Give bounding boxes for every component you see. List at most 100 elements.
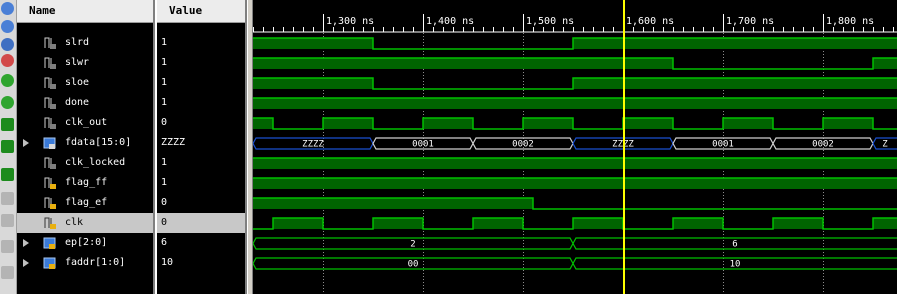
- value-column-header[interactable]: Value: [157, 0, 245, 23]
- signal-icon: [44, 197, 56, 209]
- signal-value: 0: [161, 197, 168, 208]
- wave-high-fill: [723, 118, 773, 129]
- signal-icon: [44, 217, 56, 229]
- signal-icon: [44, 37, 56, 49]
- signal-value: 0: [161, 217, 168, 228]
- signal-value-row[interactable]: 1: [157, 33, 245, 53]
- signal-row[interactable]: slrd: [17, 33, 153, 53]
- signal-name: flag_ff: [65, 177, 108, 188]
- time-tick-label: 1,500 ns: [526, 16, 574, 27]
- prev-edge-icon[interactable]: [1, 74, 14, 87]
- signal-value: 1: [161, 77, 168, 88]
- faddr-bus-value: 10: [730, 260, 741, 270]
- signal-row[interactable]: ep[2:0]: [17, 233, 153, 253]
- waveform-canvas[interactable]: 1,300 ns 1,400 ns 1,500 ns 1,600 ns 1,700 ns…: [253, 0, 897, 294]
- signal-row[interactable]: clk: [17, 213, 153, 233]
- wave-high-fill: [253, 198, 533, 209]
- signal-value-row[interactable]: 0: [157, 213, 245, 233]
- signal-name: slrd: [65, 37, 90, 48]
- name-column-header[interactable]: Name: [17, 0, 153, 23]
- signal-icon: [44, 177, 56, 189]
- wave-high-fill: [373, 218, 423, 229]
- ep-bus-value: 2: [410, 240, 415, 250]
- zoom-fit-icon[interactable]: [1, 38, 14, 51]
- time-tick-label: 1,300 ns: [326, 16, 374, 27]
- wave-high-fill: [273, 218, 323, 229]
- signal-value-row[interactable]: 1: [157, 93, 245, 113]
- expand-arrow-icon[interactable]: [23, 259, 29, 267]
- next-edge-icon[interactable]: [1, 96, 14, 109]
- signal-name-pane: Name slrd slwr sloe done clk_out fdata[15:0] c…: [17, 0, 155, 294]
- fdata-bus-value: ZZZZ: [302, 140, 324, 150]
- fdata-bus-value: Z: [882, 140, 888, 150]
- signal-value-row[interactable]: 1: [157, 73, 245, 93]
- signal-row[interactable]: flag_ff: [17, 173, 153, 193]
- signal-row[interactable]: sloe: [17, 73, 153, 93]
- name-header-label: Name: [29, 4, 56, 17]
- wave-high-fill: [473, 218, 523, 229]
- wave-high-fill: [323, 118, 373, 129]
- signal-value: 1: [161, 57, 168, 68]
- wave-high-fill: [253, 58, 673, 69]
- go-to-last-icon[interactable]: [1, 140, 14, 153]
- signal-name: faddr[1:0]: [65, 257, 126, 268]
- ep-bus-value: 6: [732, 240, 737, 250]
- signal-value-row[interactable]: 6: [157, 233, 245, 253]
- signal-row[interactable]: clk_locked: [17, 153, 153, 173]
- wave-high-fill: [253, 158, 897, 169]
- signal-row[interactable]: clk_out: [17, 113, 153, 133]
- time-tick-label: 1,400 ns: [426, 16, 474, 27]
- signal-name: fdata[15:0]: [65, 137, 132, 148]
- wave-high-fill: [253, 178, 897, 189]
- next-marker-icon[interactable]: [1, 240, 14, 253]
- signal-value-row[interactable]: 0: [157, 193, 245, 213]
- bus-signal-icon: [43, 237, 56, 249]
- signal-value: 1: [161, 97, 168, 108]
- cursor-icon[interactable]: [1, 54, 14, 67]
- delete-markers-icon[interactable]: [1, 266, 14, 279]
- signal-icon: [44, 97, 56, 109]
- signal-row[interactable]: flag_ef: [17, 193, 153, 213]
- signal-name: sloe: [65, 77, 90, 88]
- time-tick-label: 1,700 ns: [726, 16, 774, 27]
- time-tick-label: 1,600 ns: [626, 16, 674, 27]
- zoom-out-icon[interactable]: [1, 2, 14, 15]
- add-marker-icon[interactable]: [1, 192, 14, 205]
- wave-high-fill: [253, 118, 273, 129]
- signal-value: ZZZZ: [161, 137, 186, 148]
- wave-high-fill: [773, 218, 823, 229]
- signal-row[interactable]: faddr[1:0]: [17, 253, 153, 273]
- signal-row[interactable]: slwr: [17, 53, 153, 73]
- signal-row[interactable]: done: [17, 93, 153, 113]
- signal-value-row[interactable]: 10: [157, 253, 245, 273]
- signal-value-row[interactable]: ZZZZ: [157, 133, 245, 153]
- signal-value-row[interactable]: 1: [157, 153, 245, 173]
- signal-row[interactable]: fdata[15:0]: [17, 133, 153, 153]
- signal-icon: [44, 77, 56, 89]
- zoom-in-icon[interactable]: [1, 20, 14, 33]
- go-to-time-0-icon[interactable]: [1, 118, 14, 131]
- fdata-bus-value: 0002: [812, 140, 834, 150]
- wave-high-fill: [253, 78, 373, 89]
- signal-value-row[interactable]: 0: [157, 113, 245, 133]
- swap-cursors-icon[interactable]: [1, 168, 14, 181]
- signal-value-row[interactable]: 1: [157, 173, 245, 193]
- time-tick-label: 1,800 ns: [826, 16, 874, 27]
- wave-high-fill: [823, 118, 873, 129]
- wave-high-fill: [423, 118, 473, 129]
- faddr-bus-value: 00: [408, 260, 419, 270]
- waveform-pane[interactable]: 1,300 ns 1,400 ns 1,500 ns 1,600 ns 1,700 ns…: [253, 0, 897, 294]
- wave-high-fill: [873, 218, 897, 229]
- prev-marker-icon[interactable]: [1, 214, 14, 227]
- signal-value: 0: [161, 117, 168, 128]
- expand-arrow-icon[interactable]: [23, 239, 29, 247]
- wave-toolbar: [0, 0, 17, 294]
- signal-value-row[interactable]: 1: [157, 53, 245, 73]
- fdata-bus-value: 0001: [712, 140, 734, 150]
- signal-name: ep[2:0]: [65, 237, 108, 248]
- wave-high-fill: [573, 78, 897, 89]
- wave-high-fill: [573, 38, 897, 49]
- signal-name: done: [65, 97, 90, 108]
- expand-arrow-icon[interactable]: [23, 139, 29, 147]
- signal-name: clk_out: [65, 117, 108, 128]
